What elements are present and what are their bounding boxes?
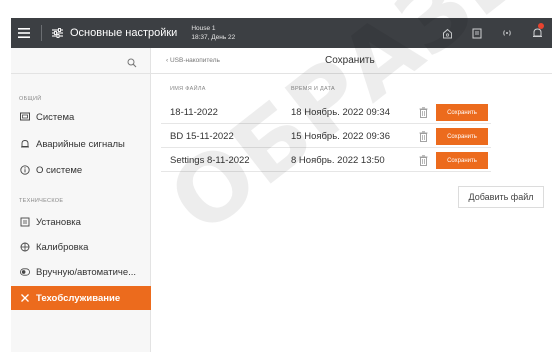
file-name: 18-11-2022: [170, 107, 218, 118]
topbar-divider: [41, 25, 42, 41]
save-disk-icon[interactable]: [462, 18, 492, 48]
sidebar: ОБЩИЙ Система Аварийные сигналы О систем…: [11, 48, 151, 352]
trash-icon[interactable]: [417, 106, 429, 119]
topbar-actions: [432, 18, 552, 48]
sidebar-item-maintenance[interactable]: Техобслуживание: [11, 286, 151, 310]
sidebar-item-label: Техобслуживание: [36, 292, 121, 304]
add-file-button[interactable]: Добавить файл: [458, 186, 544, 208]
top-bar: Основные настройки House 1 18:37, День 2…: [11, 18, 552, 48]
monitor-icon: [20, 112, 30, 122]
sidebar-search[interactable]: [11, 48, 150, 74]
sidebar-item-label: Установка: [36, 216, 81, 228]
trash-icon[interactable]: [417, 154, 429, 167]
save-button[interactable]: Сохранить: [436, 152, 488, 169]
sidebar-item-label: Калибровка: [36, 241, 89, 253]
signal-icon[interactable]: [492, 18, 522, 48]
save-button[interactable]: Сохранить: [436, 104, 488, 121]
sidebar-item-label: Аварийные сигналы: [36, 138, 125, 150]
file-name: BD 15-11-2022: [170, 131, 234, 142]
section-title: Сохранить: [325, 55, 375, 66]
home-icon[interactable]: [432, 18, 462, 48]
notification-bell-icon[interactable]: [522, 18, 552, 48]
table-row: Settings 8-11-2022 8 Ноябрь. 2022 13:50 …: [161, 149, 491, 172]
breadcrumb-usb-link[interactable]: ‹ USB-накопитель: [166, 57, 220, 64]
toggle-icon: [20, 267, 30, 277]
sidebar-item-label: Вручную/автоматиче...: [36, 266, 137, 278]
sidebar-item-label: Система: [36, 111, 75, 123]
sidebar-item-system[interactable]: Система: [11, 105, 151, 129]
device-name: House 1: [191, 25, 216, 32]
info-icon: [20, 165, 30, 175]
breadcrumb-label: USB-накопитель: [169, 57, 220, 64]
device-time: 18:37, День 22: [191, 34, 236, 41]
hamburger-menu-icon[interactable]: [13, 18, 35, 48]
trash-icon[interactable]: [417, 130, 429, 143]
section-label-technical: ТЕХНИЧЕСКОЕ: [19, 198, 64, 204]
main-header: ‹ USB-накопитель Сохранить: [151, 48, 552, 74]
bell-icon: [20, 139, 30, 149]
notification-badge: [538, 23, 544, 29]
table-row: BD 15-11-2022 15 Ноябрь. 2022 09:36 Сохр…: [161, 125, 491, 148]
sidebar-item-manual-auto[interactable]: Вручную/автоматиче...: [11, 260, 151, 284]
device-info: House 1 18:37, День 22: [191, 24, 235, 42]
calibration-icon: [20, 242, 30, 252]
file-name: Settings 8-11-2022: [170, 155, 250, 166]
column-header-datetime: ВРЕМЯ И ДАТА: [291, 86, 335, 92]
sliders-icon: [50, 28, 64, 38]
save-button[interactable]: Сохранить: [436, 128, 488, 145]
sidebar-item-label: О системе: [36, 164, 83, 176]
file-datetime: 8 Ноябрь. 2022 13:50: [291, 155, 385, 166]
file-datetime: 18 Ноябрь. 2022 09:34: [291, 107, 390, 118]
section-label-general: ОБЩИЙ: [19, 96, 42, 102]
sidebar-item-installation[interactable]: Установка: [11, 210, 151, 234]
column-header-filename: ИМЯ ФАЙЛА: [170, 86, 206, 92]
wrench-icon: [20, 293, 30, 303]
file-datetime: 15 Ноябрь. 2022 09:36: [291, 131, 390, 142]
sidebar-item-alarms[interactable]: Аварийные сигналы: [11, 132, 151, 156]
sidebar-item-about[interactable]: О системе: [11, 158, 151, 182]
table-row: 18-11-2022 18 Ноябрь. 2022 09:34 Сохрани…: [161, 101, 491, 124]
sidebar-item-calibration[interactable]: Калибровка: [11, 235, 151, 259]
page-title: Основные настройки: [70, 27, 178, 39]
search-icon[interactable]: [127, 55, 137, 73]
main-panel: ‹ USB-накопитель Сохранить ИМЯ ФАЙЛА ВРЕ…: [151, 48, 552, 352]
install-icon: [20, 217, 30, 227]
